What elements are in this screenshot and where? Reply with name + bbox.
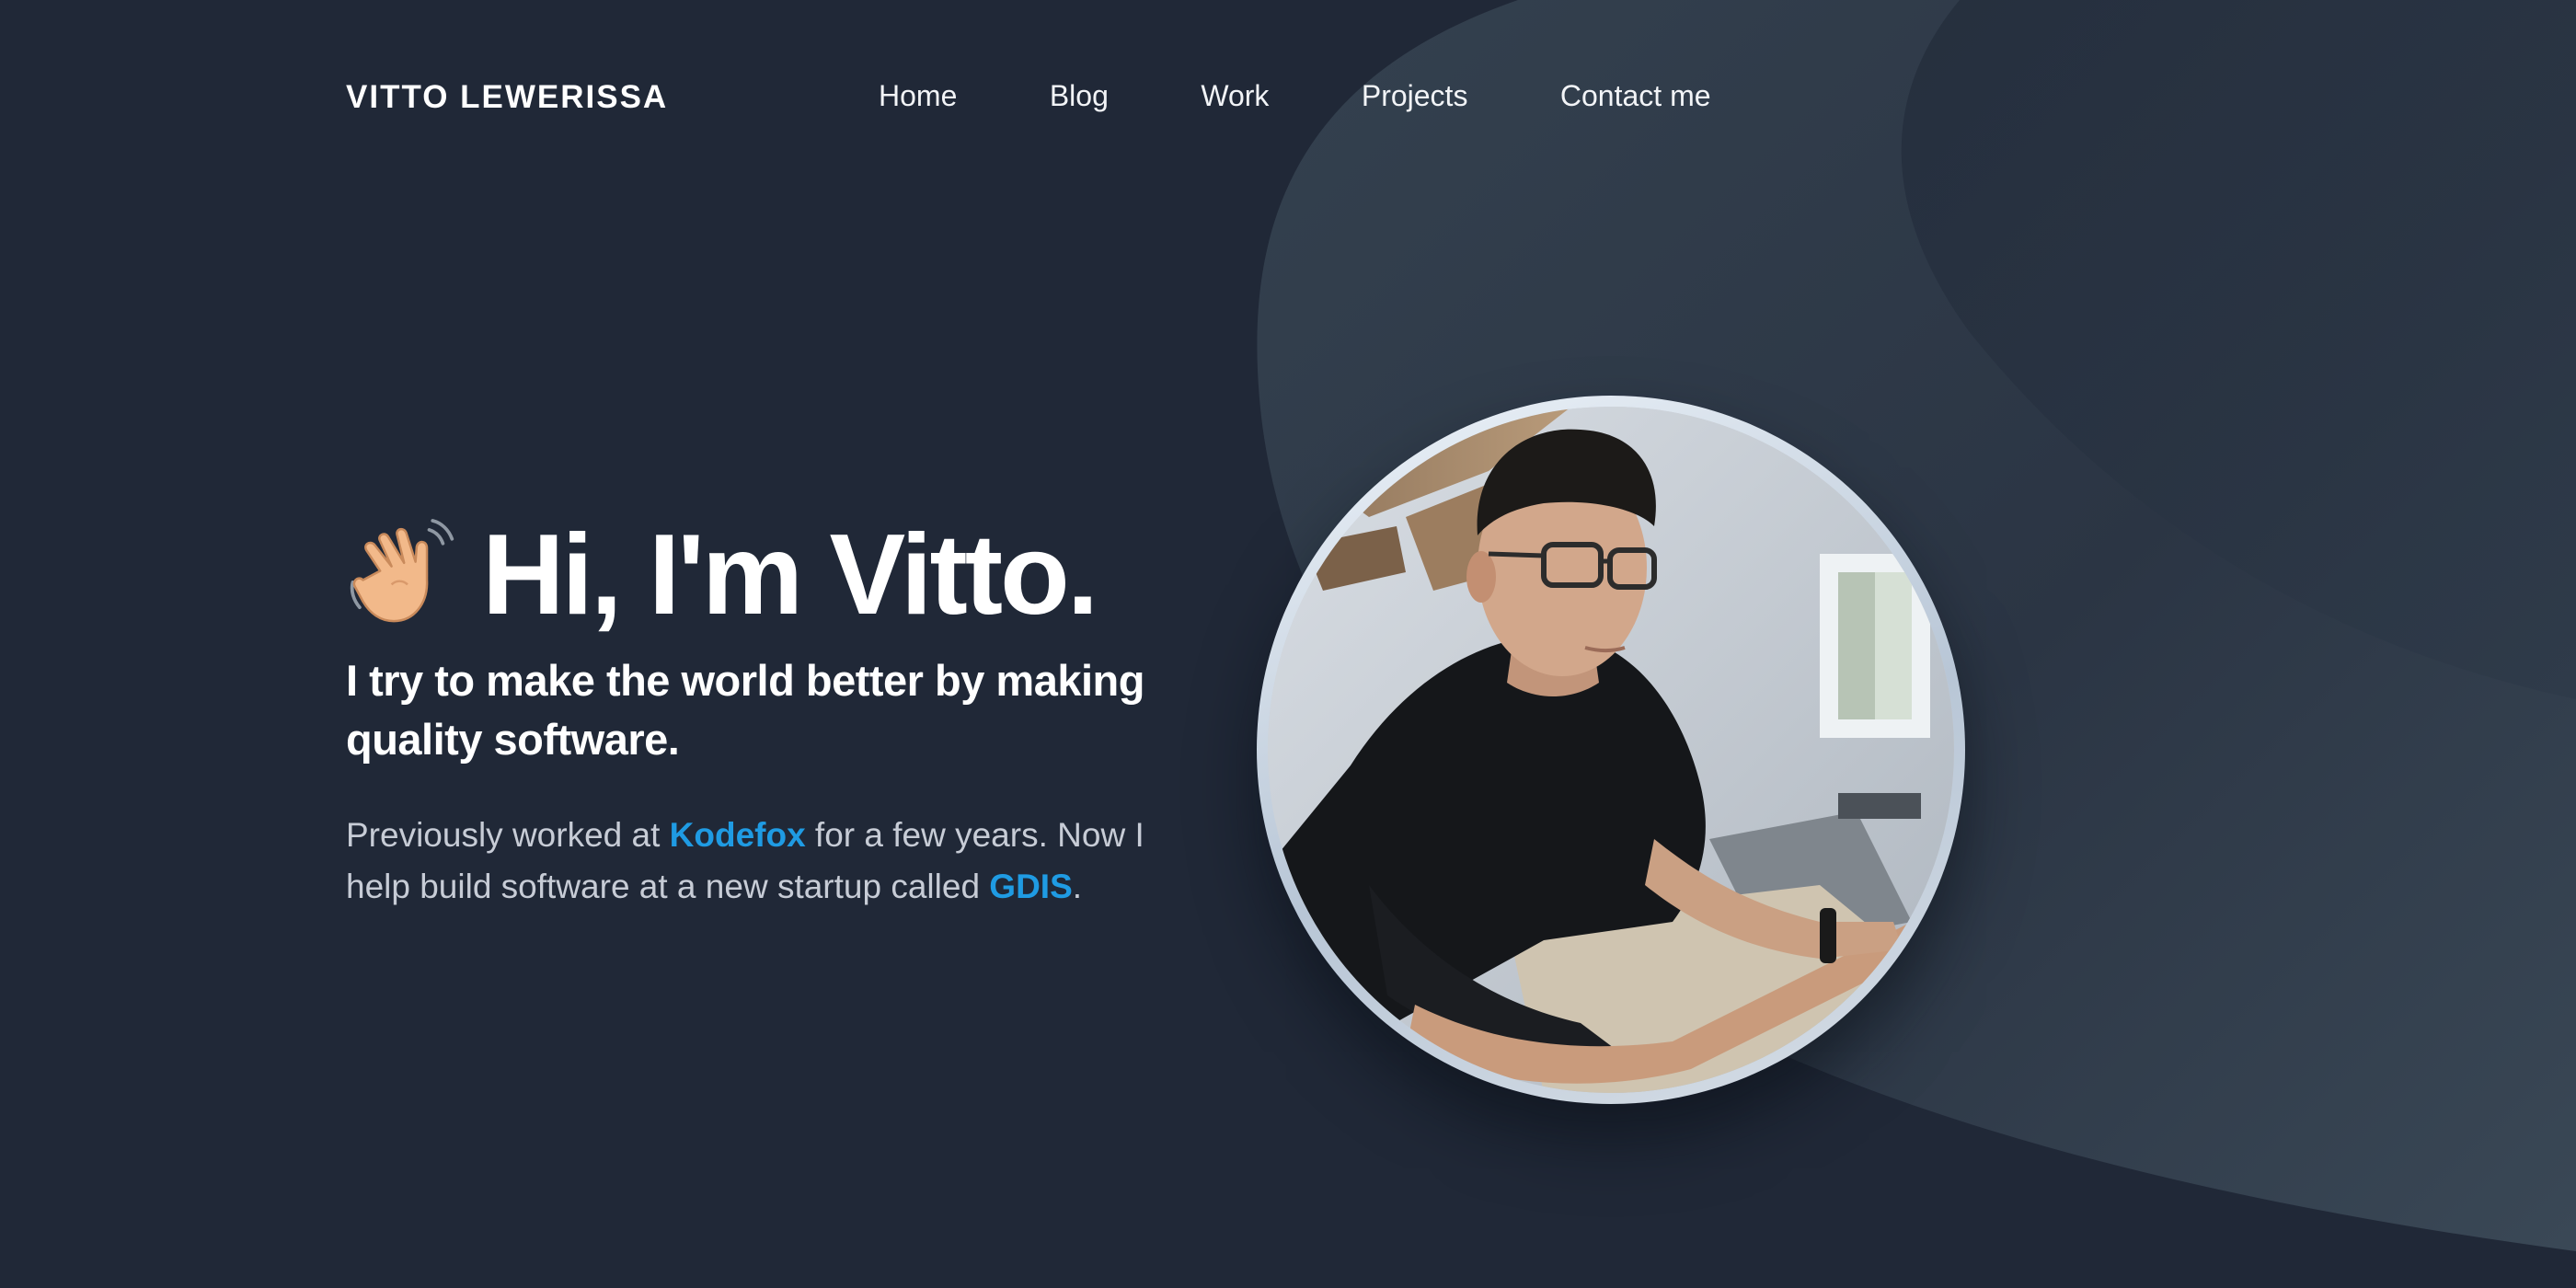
hero-bio: Previously worked at Kodefox for a few y…: [346, 810, 1174, 913]
nav-item-contact-me[interactable]: Contact me: [1560, 79, 1711, 113]
nav-item-projects[interactable]: Projects: [1362, 79, 1468, 113]
bio-suffix: .: [1072, 868, 1083, 905]
hero-heading-text: Hi, I'm Vitto.: [482, 512, 1098, 638]
profile-photo-frame: [1257, 396, 1965, 1104]
site-header: VITTO LEWERISSA Home Blog Work Projects …: [346, 70, 1818, 121]
nav-item-work[interactable]: Work: [1201, 79, 1269, 113]
bio-prefix: Previously worked at: [346, 816, 670, 854]
nav-item-blog[interactable]: Blog: [1050, 79, 1109, 113]
gdis-link[interactable]: GDIS: [989, 868, 1072, 905]
main-nav: Home Blog Work Projects Contact me: [879, 79, 1711, 113]
hero-tagline: I try to make the world better by making…: [346, 656, 1144, 764]
nav-item-home[interactable]: Home: [879, 79, 957, 113]
profile-photo-illustration: [1268, 407, 1954, 1093]
site-logo-link[interactable]: VITTO LEWERISSA: [346, 79, 668, 116]
hero-section: Hi, I'm Vitto. I try to make the world b…: [346, 506, 1174, 913]
kodefox-link[interactable]: Kodefox: [670, 816, 806, 854]
hero-heading: Hi, I'm Vitto.: [346, 506, 1174, 644]
profile-photo: [1268, 407, 1954, 1093]
waving-hand-icon: [350, 519, 454, 623]
